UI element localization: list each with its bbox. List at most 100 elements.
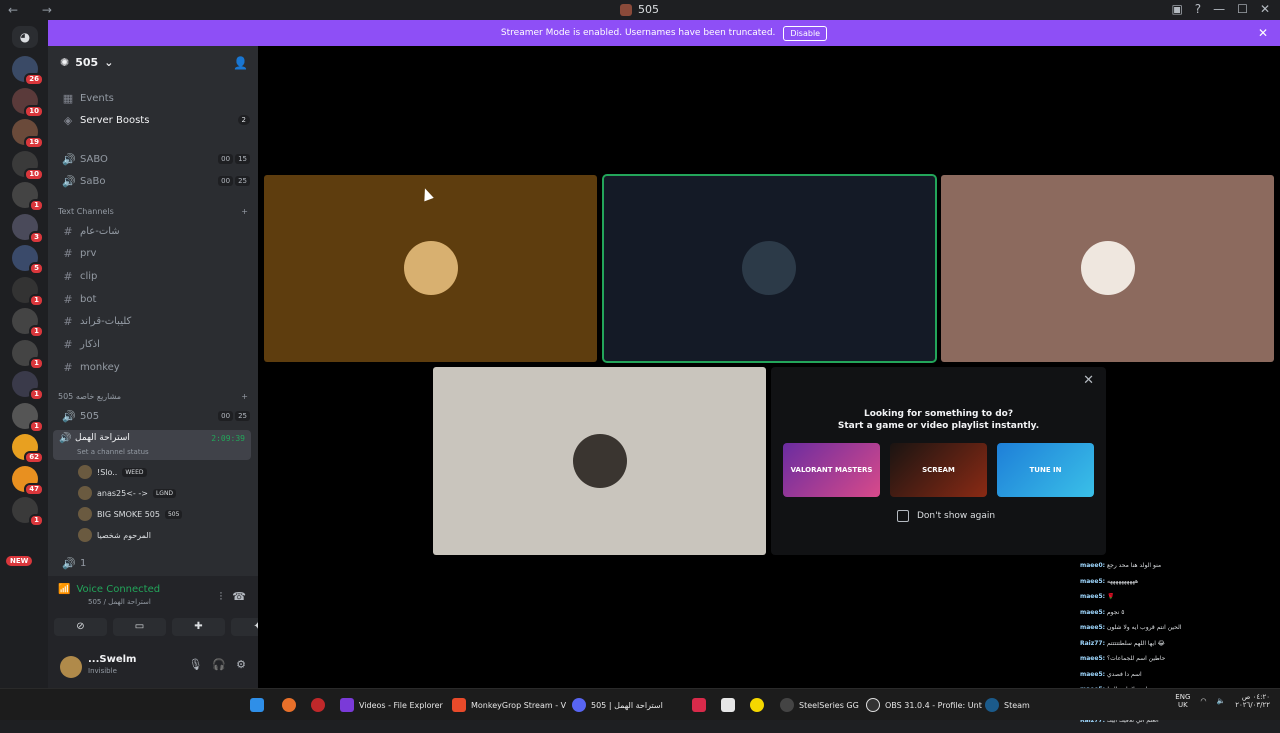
text-channel[interactable]: # bot xyxy=(58,289,250,309)
events-item[interactable]: ▦ Events xyxy=(58,88,250,108)
back-forward-icons[interactable]: ← → xyxy=(8,3,62,17)
text-channels-category[interactable]: Text Channels + xyxy=(58,207,248,216)
avatar[interactable] xyxy=(60,656,82,678)
camera-off-button[interactable]: ⊘ xyxy=(54,618,107,636)
active-voice-channel[interactable]: 🔊 استراحة الهمل 2:09:39 Set a channel st… xyxy=(53,430,251,460)
add-channel-icon[interactable]: + xyxy=(241,392,248,401)
inbox-icon[interactable]: ▣ xyxy=(1171,2,1182,16)
server-icon[interactable]: 62 xyxy=(12,434,44,464)
server-boosts-item[interactable]: ◈ Server Boosts 2 xyxy=(58,110,250,130)
text-channel[interactable]: # monkey xyxy=(58,357,250,377)
activity-card-scream[interactable]: SCREAM xyxy=(890,443,987,497)
avatar xyxy=(78,507,92,521)
participant-tile-speaking[interactable] xyxy=(602,174,937,363)
taskbar-item-discord[interactable]: 505 | استراحة الهمل xyxy=(572,695,663,715)
maximize-icon[interactable]: ☐ xyxy=(1237,2,1248,16)
discord-home-icon[interactable]: ◕ xyxy=(12,26,38,48)
avatar xyxy=(78,528,92,542)
taskbar-item-brave[interactable]: MonkeyGrop Stream - V xyxy=(452,695,566,715)
calendar-icon: ▦ xyxy=(62,91,74,105)
close-icon[interactable]: ✕ xyxy=(1083,373,1094,388)
server-icon[interactable]: 1 xyxy=(12,371,44,401)
voice-status[interactable]: Voice Connected xyxy=(76,584,160,595)
language-indicator[interactable]: ENG UK xyxy=(1175,693,1190,709)
banner-close-icon[interactable]: ✕ xyxy=(1258,26,1268,40)
server-icon[interactable]: 1 xyxy=(12,497,44,527)
channel-status[interactable]: Set a channel status xyxy=(77,448,149,456)
taskbar-item-steam[interactable]: Steam xyxy=(985,695,1030,715)
add-channel-icon[interactable]: + xyxy=(241,207,248,216)
server-header[interactable]: ✺ 505 ⌄ xyxy=(60,56,113,69)
participant-tile[interactable] xyxy=(433,367,766,555)
dont-show-again-checkbox[interactable]: Don't show again xyxy=(897,510,995,522)
server-icon[interactable]: 5 xyxy=(12,245,44,275)
chat-line: maee5: ٥ نجوم xyxy=(1080,609,1280,625)
invite-icon[interactable]: 👤 xyxy=(233,56,248,70)
help-icon[interactable]: ? xyxy=(1195,2,1201,16)
server-icon[interactable]: 10 xyxy=(12,87,44,118)
voice-channel-505[interactable]: 🔊 505 00 25 xyxy=(58,406,250,426)
taskbar-item-obs[interactable]: OBS 31.0.4 - Profile: Unt xyxy=(866,695,982,715)
settings-gear-icon[interactable]: ⚙ xyxy=(236,658,246,671)
server-icon[interactable]: 47 xyxy=(12,465,44,496)
channel-sidebar: ✺ 505 ⌄ 👤 ▦ Events ◈ Server Boosts 2 🔊 S… xyxy=(48,46,258,576)
speaker-icon: 🔊 xyxy=(62,556,76,570)
server-name: 505 xyxy=(75,56,99,69)
taskbar-item-steelseries[interactable]: SteelSeries GG xyxy=(780,695,859,715)
taskbar-snap[interactable] xyxy=(750,695,764,715)
text-channel[interactable]: # اذكار xyxy=(58,335,250,355)
taskbar-item-explorer[interactable]: Videos - File Explorer xyxy=(340,695,443,715)
server-icon[interactable]: 3 xyxy=(12,213,44,244)
category-505[interactable]: 505 مشاريع خاصه + xyxy=(58,392,248,401)
voice-channel-sabo[interactable]: 🔊 SABO 00 15 xyxy=(58,149,250,169)
server-icon[interactable]: 1 xyxy=(12,308,44,338)
taskbar-notes[interactable] xyxy=(721,695,735,715)
server-icon[interactable]: 10 xyxy=(12,150,44,181)
user-name[interactable]: ...Swelm xyxy=(88,654,136,665)
text-channel[interactable]: # كليبات-قراند xyxy=(58,312,250,332)
participant-tile[interactable] xyxy=(941,175,1274,362)
activity-card-valorant[interactable]: VALORANT MASTERS xyxy=(783,443,880,497)
activities-button[interactable]: ✚ xyxy=(172,618,225,636)
server-icon[interactable]: 19 xyxy=(12,119,44,149)
chat-line: Raiz77: ايها اللهم سلطتتتتتم 😂 xyxy=(1080,640,1280,656)
disconnect-icon[interactable]: ☎ xyxy=(232,590,246,604)
server-icon[interactable]: 1 xyxy=(12,276,44,307)
minimize-icon[interactable]: — xyxy=(1213,2,1225,16)
activity-card-tunein[interactable]: TUNE IN xyxy=(997,443,1094,497)
disable-button[interactable]: Disable xyxy=(783,25,828,41)
clock[interactable]: ٠٤:٢٠ ص ٢٠٢٦/٠٣/٢٢ xyxy=(1235,693,1270,709)
server-icon[interactable]: 26 xyxy=(12,56,44,86)
chat-line: maee5: حاطين اسم للجماعات؟ xyxy=(1080,655,1280,671)
taskbar-app[interactable] xyxy=(692,695,706,715)
firefox-taskbar[interactable] xyxy=(282,695,296,715)
noise-suppression-icon[interactable]: ⫶ xyxy=(220,590,223,604)
close-icon[interactable]: ✕ xyxy=(1260,2,1270,16)
taskbar-label: MonkeyGrop Stream - V xyxy=(471,700,567,710)
voice-user[interactable]: anas25<- -> LGND xyxy=(78,484,177,502)
app-taskbar[interactable] xyxy=(311,695,325,715)
text-channel[interactable]: # prv xyxy=(58,244,250,264)
text-channel[interactable]: # شات-عام xyxy=(58,221,250,241)
server-icon[interactable]: 1 xyxy=(12,182,44,212)
start-button[interactable] xyxy=(250,695,264,715)
text-channel[interactable]: # clip xyxy=(58,266,250,286)
voice-user[interactable]: BIG SMOKE 505 505 xyxy=(78,505,183,523)
server-icon[interactable]: 1 xyxy=(12,402,44,433)
voice-user[interactable]: المرحوم شخصيا xyxy=(78,526,151,544)
voice-channel-1[interactable]: 🔊 1 xyxy=(58,553,250,573)
voice-channel-sabo2[interactable]: 🔊 SaBo 00 25 xyxy=(58,171,250,191)
voice-location[interactable]: 505 / استراحة الهمل xyxy=(88,598,151,606)
wifi-icon[interactable]: ◠ xyxy=(1200,697,1206,705)
headphones-icon[interactable]: 🎧 xyxy=(212,658,226,671)
hashtag-icon: # xyxy=(63,315,73,329)
server-icon[interactable]: 1 xyxy=(12,339,44,370)
microphone-icon[interactable]: 🎙 xyxy=(188,658,202,671)
channel-label: كليبات-قراند xyxy=(80,316,132,328)
participant-tile[interactable] xyxy=(264,175,597,362)
voice-user[interactable]: !Slo.. WEED xyxy=(78,463,147,481)
call-timer: 2:09:39 xyxy=(211,434,245,443)
screen-share-button[interactable]: ▭ xyxy=(113,618,166,636)
checkbox-box[interactable] xyxy=(897,510,909,522)
volume-icon[interactable]: 🔈 xyxy=(1216,697,1225,705)
